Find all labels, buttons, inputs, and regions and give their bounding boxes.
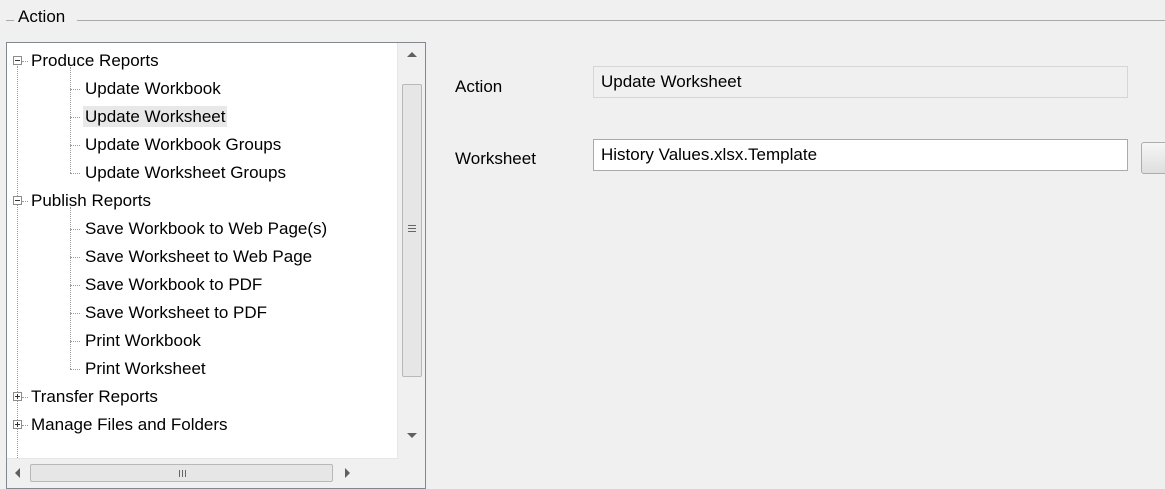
tree-connector bbox=[70, 173, 80, 174]
scroll-up-button[interactable] bbox=[398, 43, 425, 67]
tree-group-node[interactable]: Publish Reports bbox=[29, 187, 153, 215]
tree-item[interactable]: Print Worksheet bbox=[83, 355, 208, 383]
vertical-scroll-thumb[interactable] bbox=[402, 84, 422, 377]
horizontal-scrollbar[interactable] bbox=[7, 458, 399, 488]
action-label: Action bbox=[455, 77, 503, 96]
tree-item[interactable]: Save Worksheet to PDF bbox=[83, 299, 269, 327]
grip-line bbox=[408, 225, 416, 226]
tree-item[interactable]: Update Worksheet Groups bbox=[83, 159, 288, 187]
scroll-down-button[interactable] bbox=[398, 423, 425, 447]
tree-connector bbox=[70, 341, 80, 342]
triangle-right-icon bbox=[345, 468, 350, 478]
tree-item[interactable]: Save Workbook to Web Page(s) bbox=[83, 215, 329, 243]
tree-item-label: Update Worksheet bbox=[83, 106, 228, 127]
groupbox-title: Action bbox=[14, 6, 78, 28]
tree-item-label: Update Worksheet Groups bbox=[85, 163, 286, 182]
tree-group-node[interactable]: Produce Reports bbox=[29, 47, 161, 75]
tree-connector bbox=[70, 207, 71, 369]
tree-connector bbox=[22, 61, 28, 62]
scroll-right-button[interactable] bbox=[337, 459, 359, 487]
tree-item[interactable]: Save Workbook to PDF bbox=[83, 271, 264, 299]
tree-connector bbox=[70, 229, 80, 230]
tree-connector bbox=[70, 89, 80, 90]
worksheet-label: Worksheet bbox=[455, 149, 536, 168]
tree-connector bbox=[70, 117, 80, 118]
worksheet-input[interactable]: History Values.xlsx.Template bbox=[593, 139, 1128, 171]
tree-connector bbox=[70, 285, 80, 286]
vertical-scrollbar[interactable] bbox=[397, 43, 425, 460]
plus-box-icon[interactable] bbox=[13, 420, 22, 429]
tree-connector bbox=[70, 313, 80, 314]
tree-item-label: Save Worksheet to PDF bbox=[85, 303, 268, 322]
grip-line bbox=[179, 470, 180, 477]
tree-connector bbox=[22, 397, 28, 398]
tree-connector bbox=[70, 257, 80, 258]
horizontal-scroll-thumb[interactable] bbox=[30, 464, 333, 482]
tree-connector bbox=[70, 145, 80, 146]
tree-connector bbox=[22, 425, 28, 426]
tree-item-label: Save Workbook to PDF bbox=[85, 275, 263, 294]
grip-line bbox=[408, 231, 416, 232]
tree-items: Produce Reports Update Workbook Update Wor… bbox=[7, 43, 399, 460]
tree-connector bbox=[22, 201, 28, 202]
minus-box-icon[interactable] bbox=[13, 196, 22, 205]
tree-item[interactable]: Update Workbook bbox=[83, 75, 223, 103]
plus-box-icon[interactable] bbox=[13, 392, 22, 401]
tree-item-label: Print Worksheet bbox=[85, 359, 206, 378]
scroll-left-button[interactable] bbox=[7, 459, 29, 487]
grip-line bbox=[408, 228, 416, 229]
tree-item-label: Update Workbook Groups bbox=[85, 135, 282, 154]
triangle-down-icon bbox=[407, 433, 417, 438]
triangle-left-icon bbox=[15, 468, 20, 478]
tree-item-label: Publish Reports bbox=[31, 191, 152, 210]
groupbox-border bbox=[6, 20, 1165, 21]
tree-item-label: Print Workbook bbox=[85, 331, 201, 350]
tree-connector bbox=[70, 67, 71, 173]
tree-item-label: Manage Files and Folders bbox=[31, 415, 228, 434]
tree-item-label: Save Worksheet to Web Page bbox=[85, 247, 313, 266]
browse-button[interactable] bbox=[1141, 142, 1165, 174]
tree-item-label: Save Workbook to Web Page(s) bbox=[85, 219, 328, 238]
grip-line bbox=[185, 470, 186, 477]
action-value-field: Update Worksheet bbox=[593, 66, 1128, 98]
action-tree[interactable]: Produce Reports Update Workbook Update Wor… bbox=[6, 42, 426, 489]
tree-group-node[interactable]: Transfer Reports bbox=[29, 383, 160, 411]
tree-item-label: Produce Reports bbox=[31, 51, 159, 70]
minus-box-icon[interactable] bbox=[13, 56, 22, 65]
tree-item[interactable]: Save Worksheet to Web Page bbox=[83, 243, 314, 271]
tree-item[interactable]: Print Workbook bbox=[83, 327, 203, 355]
tree-item-label: Update Workbook bbox=[85, 79, 221, 98]
tree-item[interactable]: Update Workbook Groups bbox=[83, 131, 283, 159]
tree-connector bbox=[70, 369, 80, 370]
tree-item[interactable]: Update Worksheet bbox=[83, 103, 228, 131]
scrollbar-corner bbox=[398, 459, 425, 488]
grip-line bbox=[182, 470, 183, 477]
tree-item-label: Transfer Reports bbox=[31, 387, 158, 406]
tree-group-node[interactable]: Manage Files and Folders bbox=[29, 411, 230, 439]
triangle-up-icon bbox=[407, 52, 417, 57]
